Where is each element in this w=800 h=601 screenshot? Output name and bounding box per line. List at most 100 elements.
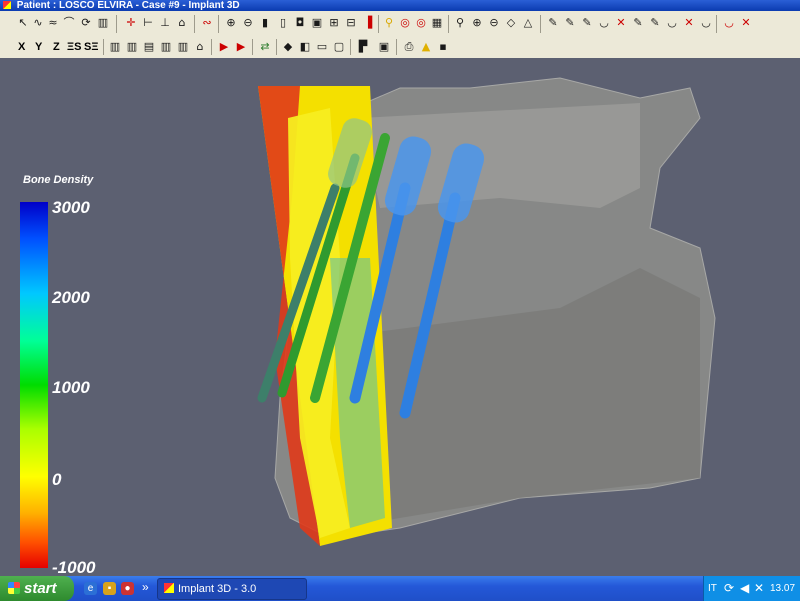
window-title: Patient : LOSCO ELVIRA - Case #9 - Impla…: [16, 0, 240, 11]
slice-1-icon[interactable]: ▥: [108, 40, 122, 54]
rotate-icon[interactable]: ⟳: [79, 16, 93, 30]
legend-tick-2000: 2000: [52, 288, 90, 307]
cylinder-icon[interactable]: ▮: [258, 16, 272, 30]
app-icon: [3, 1, 11, 9]
ruler-icon[interactable]: ⊥: [158, 16, 172, 30]
view-toolbar: X Y Z ΞS SΞ ▥ ▥ ▤ ▥ ▥ ⌂ ▶ ▶ ⇄ ◆ ◧ ▭ ▢ ▛ …: [0, 36, 800, 59]
zoom-in-icon[interactable]: ⊕: [470, 16, 484, 30]
legend-tick-0: 0: [52, 470, 62, 489]
tray-app-icon[interactable]: ✕: [754, 581, 764, 595]
viewport-3d[interactable]: Bone Density 3000 2000 1000 0 -1000: [0, 58, 800, 576]
frame-icon[interactable]: ▭: [315, 40, 329, 54]
tool-c-icon[interactable]: ✎: [580, 16, 594, 30]
separator: [378, 15, 379, 33]
axis-es-button[interactable]: ΞS: [67, 41, 81, 53]
axis-z-button[interactable]: Z: [53, 41, 60, 53]
axis-x-button[interactable]: X: [18, 41, 25, 53]
quicklaunch-overflow[interactable]: »: [142, 580, 149, 594]
legend-tick-1000: 1000: [52, 378, 90, 397]
next-icon[interactable]: ▶: [234, 40, 248, 54]
link-icon[interactable]: ⊟: [344, 16, 358, 30]
window-icon[interactable]: ▣: [377, 40, 391, 54]
view-3d-icon[interactable]: ▢: [332, 40, 346, 54]
wave-icon[interactable]: ≈: [46, 16, 60, 30]
separator: [540, 15, 541, 33]
separator: [218, 15, 219, 33]
ie-icon[interactable]: e: [84, 582, 97, 595]
section-ring-2-icon[interactable]: ◎: [414, 16, 428, 30]
crosshair-icon[interactable]: ✛: [124, 16, 138, 30]
box-icon[interactable]: ▦: [430, 16, 444, 30]
add-implant-icon[interactable]: ⊕: [224, 16, 238, 30]
windows-flag-icon: [8, 582, 20, 594]
pan-icon[interactable]: ◇: [504, 16, 518, 30]
zoom-out-icon[interactable]: ⊖: [487, 16, 501, 30]
legend-title: Bone Density: [23, 174, 94, 186]
system-tray: IT ⟳ ◀ ✕ 13.07: [703, 576, 800, 601]
tool-a-icon[interactable]: ✎: [546, 16, 560, 30]
separator: [396, 39, 397, 55]
tool-i-icon[interactable]: ✕: [682, 16, 696, 30]
delete-implant-icon[interactable]: ▐: [361, 16, 375, 30]
tool-f-icon[interactable]: ✎: [631, 16, 645, 30]
transfer-icon[interactable]: ⇄: [258, 40, 272, 54]
half-view-icon[interactable]: ◧: [298, 40, 312, 54]
layout-icon[interactable]: ▛: [356, 40, 370, 54]
panel-icon[interactable]: ▥: [96, 16, 110, 30]
legend-tick-3000: 3000: [52, 198, 90, 217]
explorer-icon[interactable]: ▪: [103, 582, 116, 595]
implant-icon[interactable]: ⌂: [175, 16, 189, 30]
implant3d-app-icon: [164, 583, 174, 593]
arch-icon[interactable]: ⌒: [62, 16, 76, 30]
draw-curve-icon[interactable]: ∿: [31, 16, 45, 30]
slice-2-icon[interactable]: ▥: [125, 40, 139, 54]
move-implant-icon[interactable]: ⊖: [241, 16, 255, 30]
save-icon[interactable]: ▪: [436, 40, 450, 54]
window-title-bar[interactable]: Patient : LOSCO ELVIRA - Case #9 - Impla…: [0, 0, 800, 11]
network-icon[interactable]: ⟳: [724, 581, 734, 595]
light-icon[interactable]: ⚲: [382, 16, 396, 30]
separator: [116, 15, 117, 33]
crown-icon[interactable]: ◘: [293, 16, 307, 30]
tool-e-icon[interactable]: ✕: [614, 16, 628, 30]
measure-icon[interactable]: ⊢: [141, 16, 155, 30]
diamond-icon[interactable]: ◆: [281, 40, 295, 54]
axis-y-button[interactable]: Y: [35, 41, 42, 53]
slice-4-icon[interactable]: ▥: [159, 40, 173, 54]
maxilla-icon[interactable]: ✕: [739, 16, 753, 30]
slice-5-icon[interactable]: ▥: [176, 40, 190, 54]
separator: [252, 39, 253, 55]
volume-icon[interactable]: ◀: [740, 581, 749, 595]
print-icon[interactable]: ⎙: [402, 40, 416, 54]
language-indicator[interactable]: IT: [708, 583, 717, 594]
separator: [103, 39, 104, 55]
tool-j-icon[interactable]: ◡: [699, 16, 713, 30]
abutment-icon[interactable]: ▯: [276, 16, 290, 30]
pointer-icon[interactable]: ↖: [16, 16, 30, 30]
tool-d-icon[interactable]: ◡: [597, 16, 611, 30]
nerve-icon[interactable]: ∾: [200, 16, 214, 30]
media-icon[interactable]: ●: [121, 582, 134, 595]
fit-icon[interactable]: △: [521, 16, 535, 30]
separator: [448, 15, 449, 33]
slice-6-icon[interactable]: ⌂: [193, 40, 207, 54]
tool-h-icon[interactable]: ◡: [665, 16, 679, 30]
slice-3-icon[interactable]: ▤: [142, 40, 156, 54]
tooth-icon[interactable]: ▣: [310, 16, 324, 30]
axis-se-button[interactable]: SΞ: [84, 41, 98, 53]
separator: [716, 15, 717, 33]
tool-g-icon[interactable]: ✎: [648, 16, 662, 30]
main-toolbar: ↖ ∿ ≈ ⌒ ⟳ ▥ ✛ ⊢ ⊥ ⌂ ∾ ⊕ ⊖ ▮ ▯ ◘ ▣ ⊞ ⊟ ▐ …: [0, 11, 800, 37]
mandible-icon[interactable]: ◡: [722, 16, 736, 30]
taskbar-item-label: Implant 3D - 3.0: [178, 583, 257, 595]
start-button[interactable]: start: [0, 576, 74, 601]
align-icon[interactable]: ⊞: [327, 16, 341, 30]
separator: [350, 39, 351, 55]
tool-b-icon[interactable]: ✎: [563, 16, 577, 30]
warning-icon[interactable]: ▲: [419, 40, 433, 54]
start-label: start: [24, 580, 57, 597]
taskbar-item-implant3d[interactable]: Implant 3D - 3.0: [157, 578, 307, 600]
zoom-icon[interactable]: ⚲: [453, 16, 467, 30]
prev-icon[interactable]: ▶: [217, 40, 231, 54]
section-ring-icon[interactable]: ◎: [398, 16, 412, 30]
